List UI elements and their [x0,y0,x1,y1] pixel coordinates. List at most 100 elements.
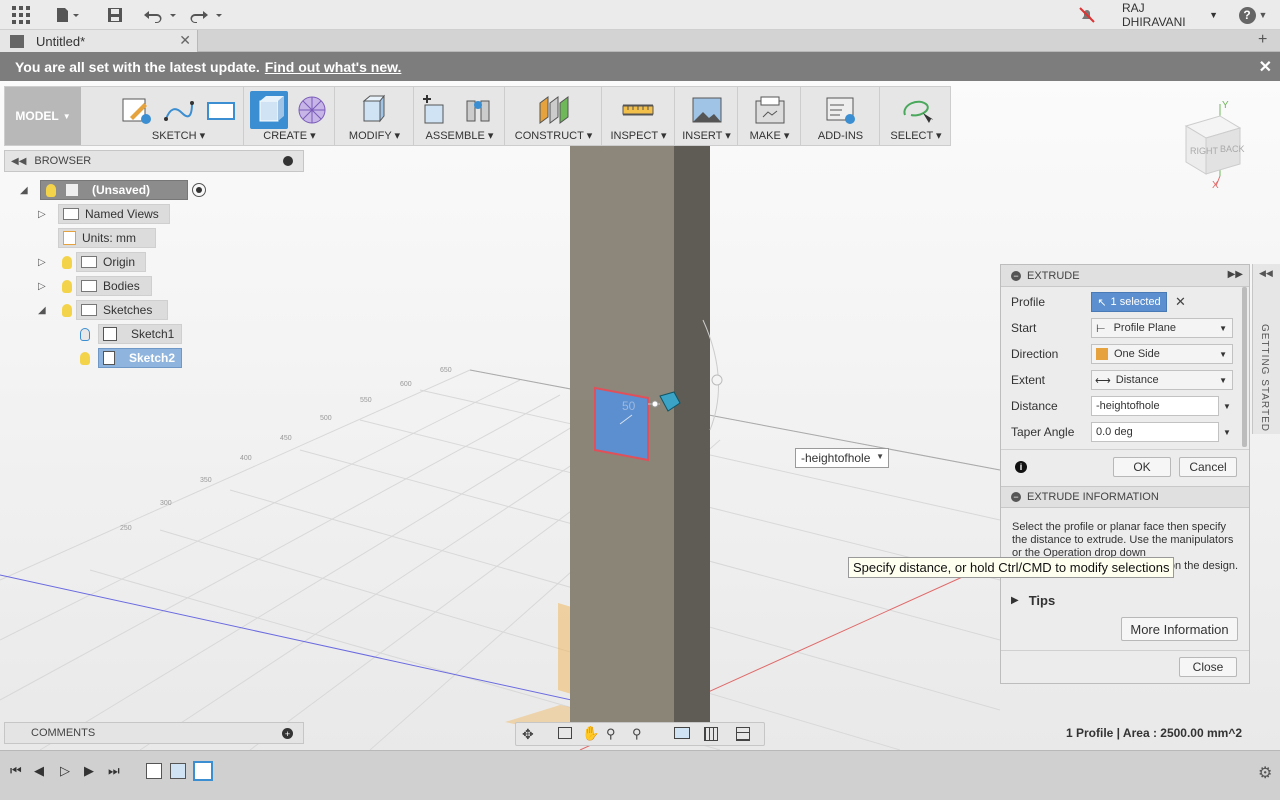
user-menu[interactable]: RAJ DHIRAVANI ▼ [1122,0,1218,30]
file-menu-icon[interactable] [52,0,84,30]
timeline-sketch1-icon[interactable] [146,763,162,779]
distance-input-field[interactable]: -heightofhole ▼ [795,448,889,468]
make-group[interactable]: MAKE ▾ [739,87,801,145]
start-dropdown[interactable]: ⊢ Profile Plane ▼ [1091,318,1233,338]
3d-print-icon[interactable] [753,93,787,127]
sketch-group[interactable]: SKETCH ▾ [114,87,244,145]
expand-panel-icon[interactable]: ◀◀ [1259,268,1273,279]
browser-panel-header[interactable]: ◀◀ BROWSER [4,150,304,172]
help-button[interactable]: ? ▼ [1238,0,1268,30]
new-component-icon[interactable] [419,93,453,127]
redo-icon[interactable] [188,0,226,30]
browser-item-bodies[interactable]: ▷ Bodies [38,276,152,296]
expand-dialog-icon[interactable]: ▶▶ [1228,269,1243,280]
go-to-end-icon[interactable]: ⏭ [108,763,120,779]
browser-item-sketches[interactable]: ◢ Sketches [38,300,168,320]
add-comment-icon[interactable]: + [282,728,293,739]
visibility-bulb-icon[interactable] [62,303,72,317]
create-group[interactable]: CREATE ▾ [245,87,335,145]
chevron-down-icon[interactable]: ▼ [1223,402,1231,411]
press-pull-icon[interactable] [356,93,390,127]
visibility-bulb-icon[interactable] [46,183,56,197]
line-icon[interactable] [162,93,196,127]
step-forward-icon[interactable]: ▶ [84,763,94,779]
timeline-settings-gear-icon[interactable]: ⚙ [1258,763,1272,783]
orbit-icon[interactable]: ✥ [522,726,534,743]
modify-group[interactable]: MODIFY ▾ [336,87,414,145]
scripts-icon[interactable] [824,93,858,127]
more-information-button[interactable]: More Information [1121,617,1238,641]
visibility-bulb-icon[interactable] [62,279,72,293]
measure-icon[interactable] [621,93,655,127]
zoom-icon[interactable]: ⚲ [606,726,616,742]
save-icon[interactable] [104,0,126,30]
insert-image-icon[interactable] [690,93,724,127]
dialog-scrollbar[interactable] [1242,287,1247,447]
tips-toggle[interactable]: ▶ Tips [1011,593,1055,608]
select-group[interactable]: SELECT ▾ [881,87,951,145]
offset-plane-icon[interactable] [536,93,570,127]
play-icon[interactable]: ▷ [60,763,70,779]
extent-dropdown[interactable]: ⟷ Distance ▼ [1091,370,1233,390]
chevron-down-icon[interactable]: ▼ [1223,428,1231,437]
extrude-icon[interactable] [250,91,288,129]
joint-icon[interactable] [461,93,495,127]
browser-root[interactable]: ◢ (Unsaved) [20,180,206,200]
collapsed-triangle-icon[interactable]: ▷ [38,257,50,268]
close-tab-icon[interactable]: ✕ [179,32,191,49]
browser-item-sketch2[interactable]: Sketch2 [80,348,182,368]
workspace-switcher[interactable]: MODEL ▼ [5,87,81,145]
visibility-bulb-icon[interactable] [62,255,72,269]
timeline-extrude-icon[interactable] [170,763,186,779]
form-icon[interactable] [295,93,329,127]
assemble-group[interactable]: ASSEMBLE ▾ [415,87,505,145]
add-ins-group[interactable]: ADD-INS [802,87,880,145]
zoom-window-icon[interactable]: ⚲ [632,726,642,742]
ok-button[interactable]: OK [1113,457,1171,477]
collapsed-triangle-icon[interactable]: ▷ [38,209,50,220]
tab-untitled[interactable]: Untitled* ✕ [0,30,198,52]
collapsed-triangle-icon[interactable]: ▷ [38,281,50,292]
comments-panel-header[interactable]: COMMENTS + [4,722,304,744]
create-sketch-icon[interactable] [120,93,154,127]
direction-dropdown[interactable]: One Side ▼ [1091,344,1233,364]
display-settings-icon[interactable] [674,727,690,739]
whats-new-link[interactable]: Find out what's new. [265,59,402,75]
browser-item-units[interactable]: Units: mm [58,228,156,248]
insert-group[interactable]: INSERT ▾ [676,87,738,145]
viewports-icon[interactable] [736,727,750,741]
visibility-bulb-icon[interactable] [80,327,90,341]
getting-started-panel[interactable]: ◀◀ GETTING STARTED [1252,264,1280,434]
notifications-off-icon[interactable] [1076,0,1098,30]
collapse-browser-icon[interactable]: ◀◀ [11,156,26,167]
step-back-icon[interactable]: ◀ [34,763,44,779]
browser-options-icon[interactable] [283,156,293,166]
view-cube[interactable]: Y X RIGHT BACK [1180,98,1260,191]
expanded-triangle-icon[interactable]: ◢ [20,185,32,196]
collapse-icon[interactable]: − [1011,270,1021,281]
profile-selector[interactable]: ↖ 1 selected [1091,292,1167,312]
browser-item-named-views[interactable]: ▷ Named Views [38,204,170,224]
clear-selection-icon[interactable]: ✕ [1175,294,1186,310]
pan-icon[interactable]: ✋ [582,725,599,742]
rectangle-icon[interactable] [204,93,238,127]
info-icon[interactable]: i [1015,461,1027,473]
inspect-group[interactable]: INSPECT ▾ [603,87,675,145]
visibility-bulb-icon[interactable] [80,351,90,365]
distance-field[interactable]: -heightofhole [1091,396,1219,416]
construct-group[interactable]: CONSTRUCT ▾ [506,87,602,145]
browser-item-origin[interactable]: ▷ Origin [38,252,146,272]
close-button[interactable]: Close [1179,657,1237,677]
activate-radio-icon[interactable] [192,183,206,197]
grid-settings-icon[interactable] [704,727,718,741]
browser-item-sketch1[interactable]: Sketch1 [80,324,182,344]
taper-angle-field[interactable]: 0.0 deg [1091,422,1219,442]
cube-right-face[interactable]: RIGHT [1190,146,1219,156]
look-at-icon[interactable] [558,727,572,739]
new-tab-icon[interactable]: + [1258,31,1267,49]
collapse-icon[interactable]: − [1011,492,1021,502]
go-to-start-icon[interactable]: ⏮ [10,763,22,779]
app-grid-icon[interactable] [8,0,34,30]
select-lasso-icon[interactable] [899,93,934,127]
timeline-sketch2-icon[interactable] [193,761,213,781]
